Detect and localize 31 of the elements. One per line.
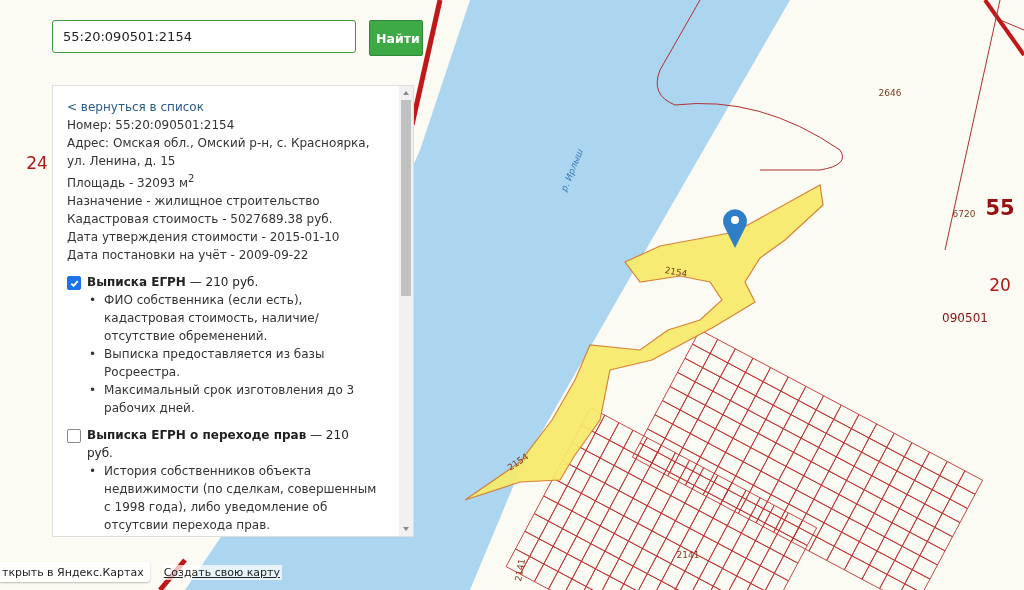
map-label: 2154: [663, 265, 689, 279]
map-label: 2141: [513, 557, 527, 583]
map-label: 2646: [878, 88, 902, 98]
option-bullet: Максимальный срок изготовления до 3 рабочих дней.: [104, 382, 356, 417]
bullet-marker: •: [89, 346, 97, 363]
checkbox[interactable]: [67, 429, 81, 443]
option-bullet: Выписка предоставляется из базы Росреестра.: [104, 346, 326, 381]
bullet-marker: •: [89, 292, 97, 309]
search-field[interactable]: 55:20:090501:2154: [52, 20, 356, 53]
option-label: Выписка ЕГРН — 210 руб.: [87, 274, 259, 291]
info-text: Дата постановки на учёт - 2009-09-22: [67, 247, 310, 264]
info-text: Адрес: Омская обл., Омский р-н, с. Красноярка, ул. Ленина, д. 15: [67, 135, 371, 170]
bullet-marker: •: [89, 463, 97, 480]
back-link[interactable]: < вернуться в список: [67, 98, 377, 116]
map-label: 6720: [952, 209, 976, 219]
bullet-marker: •: [89, 382, 97, 399]
checkbox[interactable]: [67, 276, 81, 290]
option-bullet: ФИО собственника (если есть), кадастровая стоимость, наличие/ отсутствие обременений.: [104, 292, 320, 345]
map-label: 24: [26, 153, 48, 173]
info-text: Дата утверждения стоимости - 2015-01-10: [67, 229, 341, 246]
info-text: Кадастровая стоимость - 5027689.38 руб.: [67, 211, 334, 228]
map-label: 55: [985, 196, 1015, 220]
open-in-maps-button[interactable]: ткрыть в Яндекс.Картах: [0, 562, 150, 582]
info-text: Площадь - 32093 м$^{2}$: [67, 172, 196, 192]
map-label: 090501: [942, 311, 988, 325]
info-text: Назначение - жилищное строительство: [67, 193, 321, 210]
option-label: Выписка ЕГРН о переходе прав — 210 руб.: [87, 427, 350, 462]
info-text: Номер: 55:20:090501:2154: [67, 117, 236, 134]
map-label: 20: [989, 275, 1011, 295]
option-bullet: История собственников объекта недвижимости (по сделкам, совершенным с 1998 года), либо уведомление об отсутсвии перехода прав.: [104, 463, 377, 534]
scrollbar[interactable]: [399, 86, 413, 536]
